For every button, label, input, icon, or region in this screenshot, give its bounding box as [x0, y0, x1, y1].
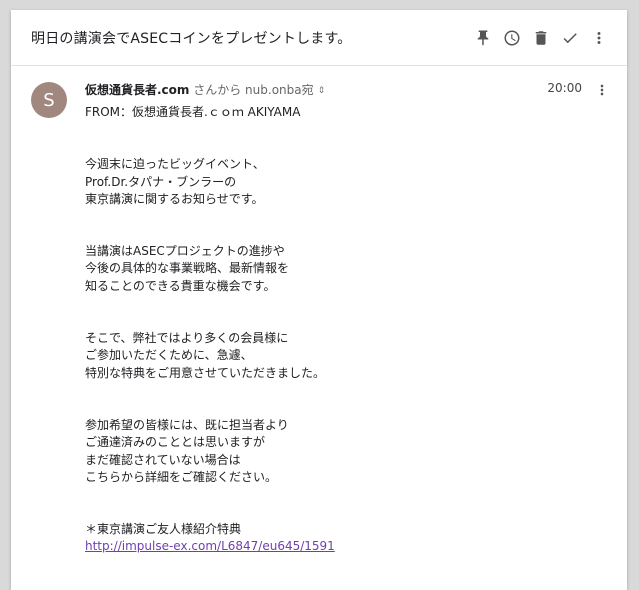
- sender-line: 仮想通貨長者.com さんから nub.onba宛 ⇕: [85, 81, 325, 98]
- message-body: FROM：仮想通貨長者.ｃｏｍ AKIYAMA 今週末に迫ったビッグイベント、 …: [85, 104, 585, 556]
- expand-details-icon[interactable]: ⇕: [318, 86, 326, 96]
- delete-button[interactable]: [526, 27, 555, 49]
- pin-icon: [477, 30, 488, 46]
- body-line: 東京講演に関するお知らせです。: [85, 191, 264, 206]
- body-line: Prof.Dr.タパナ・ブンラーの: [85, 174, 237, 189]
- body-line: 当講演はASECプロジェクトの進捗や: [85, 244, 285, 259]
- message-time: 20:00: [547, 81, 582, 95]
- email-card: 明日の講演会でASECコインをプレゼントします。 S 仮想通貨長者.com さん…: [11, 10, 627, 590]
- header-toolbar: [468, 27, 613, 49]
- snooze-button[interactable]: [497, 27, 526, 49]
- body-line: こちらから詳細をご確認ください。: [85, 469, 278, 484]
- recipient-info: さんから nub.onba宛: [189, 83, 314, 97]
- email-subject: 明日の講演会でASECコインをプレゼントします。: [31, 31, 352, 47]
- body-line: 特別な特典をご用意させていただきました。: [85, 365, 326, 380]
- pin-button[interactable]: [468, 27, 497, 49]
- check-icon: [563, 33, 577, 44]
- body-line: まだ確認されていない場合は: [85, 452, 241, 467]
- body-line: 今週末に迫ったビッグイベント、: [85, 157, 265, 172]
- body-line: 知ることのできる貴重な機会です。: [85, 278, 276, 293]
- body-line: ご参加いただくために、急遽、: [85, 348, 253, 363]
- body-line: そこで、弊社ではより多くの会員様に: [85, 331, 289, 346]
- sender-name[interactable]: 仮想通貨長者.com: [85, 83, 189, 97]
- more-vert-icon: [597, 32, 600, 44]
- body-line: 今後の具体的な事業戦略、最新情報を: [85, 261, 290, 276]
- message-more-button[interactable]: [591, 79, 613, 101]
- body-line: ご通達済みのこととは思いますが: [85, 435, 266, 450]
- trash-icon: [535, 31, 546, 45]
- body-line: ＊東京講演ご友人様紹介特典: [85, 522, 242, 537]
- more-button[interactable]: [584, 27, 613, 49]
- more-vert-icon: [600, 84, 604, 96]
- from-line: FROM：仮想通貨長者.ｃｏｍ AKIYAMA: [85, 105, 301, 119]
- body-line: 参加希望の皆様には、既に担当者より: [85, 417, 289, 432]
- referral-link[interactable]: http://impulse-ex.com/L6847/eu645/1591: [85, 538, 585, 555]
- done-button[interactable]: [555, 27, 584, 49]
- email-header: 明日の講演会でASECコインをプレゼントします。: [11, 10, 627, 66]
- clock-icon: [504, 30, 519, 46]
- sender-avatar[interactable]: S: [31, 82, 67, 118]
